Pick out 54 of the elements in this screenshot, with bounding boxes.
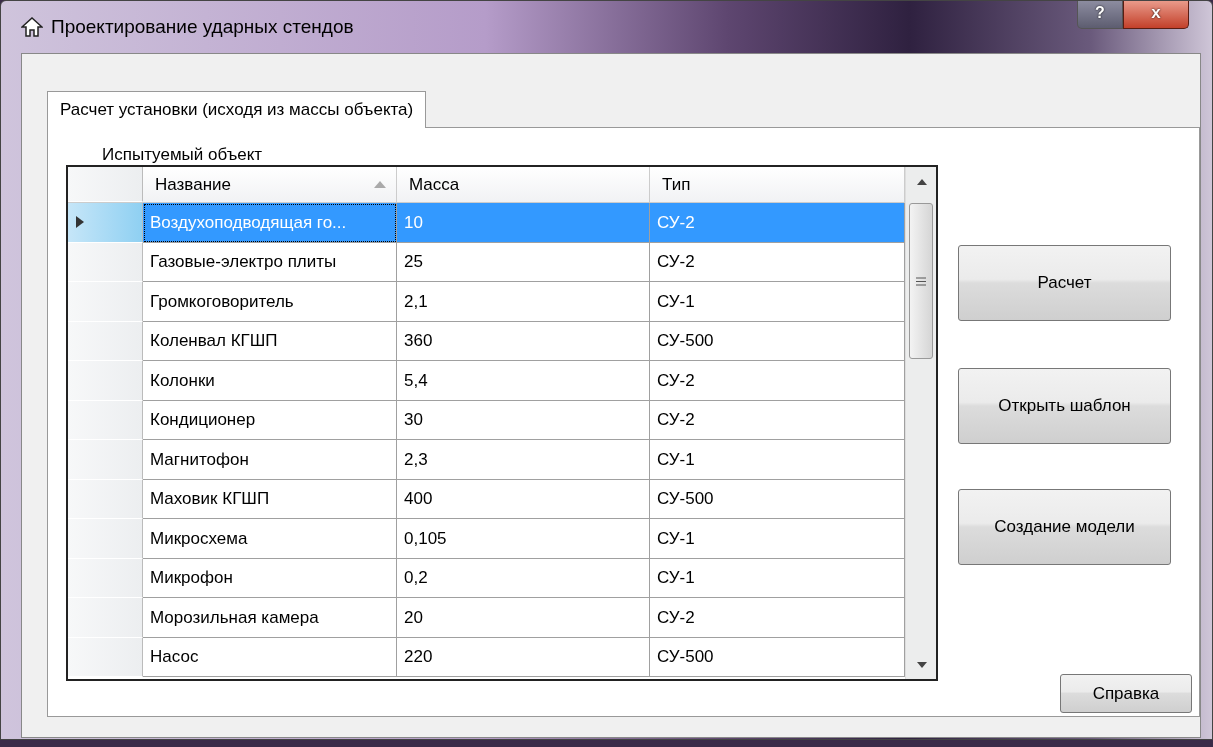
table-cell: 25: [397, 242, 650, 282]
grip-icon: [916, 276, 926, 286]
help-button[interactable]: ?: [1077, 1, 1123, 29]
vertical-scrollbar[interactable]: [905, 167, 936, 679]
home-icon: [21, 17, 43, 37]
table-cell: 0,2: [397, 558, 650, 598]
scroll-down-icon[interactable]: [917, 662, 927, 668]
table-cell: 0,105: [397, 519, 650, 559]
table-cell: 5,4: [397, 361, 650, 401]
column-header[interactable]: Масса: [397, 167, 650, 202]
table-cell: 220: [397, 637, 650, 677]
scroll-thumb[interactable]: [909, 203, 933, 359]
scroll-up-icon[interactable]: [917, 179, 927, 185]
table-cell: Коленвал КГШП: [143, 321, 397, 361]
row-header[interactable]: [68, 519, 143, 559]
row-header[interactable]: [68, 637, 143, 677]
column-header[interactable]: Название: [143, 167, 397, 202]
window-title: Проектирование ударных стендов: [51, 14, 354, 39]
table-cell: Микрофон: [143, 558, 397, 598]
action-button[interactable]: Открыть шаблон: [958, 368, 1171, 444]
row-header[interactable]: [68, 242, 143, 282]
group-label: Испытуемый объект: [102, 144, 263, 166]
row-header[interactable]: [68, 361, 143, 401]
row-header[interactable]: [68, 598, 143, 638]
row-header[interactable]: [68, 400, 143, 440]
table-cell: Воздухоподводящая го...: [143, 203, 397, 243]
table-cell: 360: [397, 321, 650, 361]
table-cell: СУ-2: [650, 203, 905, 243]
table-cell: Газовые-электро плиты: [143, 242, 397, 282]
row-header[interactable]: [68, 321, 143, 361]
table-cell: Насос: [143, 637, 397, 677]
table-cell: Морозильная камера: [143, 598, 397, 638]
help-text-button[interactable]: Справка: [1060, 674, 1192, 713]
action-button[interactable]: Расчет: [958, 245, 1171, 321]
table-cell: Маховик КГШП: [143, 479, 397, 519]
table-cell: 10: [397, 203, 650, 243]
table-cell: 30: [397, 400, 650, 440]
table-cell: Колонки: [143, 361, 397, 401]
row-header[interactable]: [68, 479, 143, 519]
table-cell: 400: [397, 479, 650, 519]
table-cell: 2,3: [397, 440, 650, 480]
table-cell: Магнитофон: [143, 440, 397, 480]
table-cell: Кондиционер: [143, 400, 397, 440]
row-header[interactable]: [68, 282, 143, 322]
tab[interactable]: Расчет установки (исходя из массы объекта): [47, 91, 427, 128]
table-cell: Микросхема: [143, 519, 397, 559]
row-header[interactable]: [68, 558, 143, 598]
current-row-icon: [76, 216, 84, 229]
action-button[interactable]: Создание модели: [958, 489, 1171, 565]
table-cell: 2,1: [397, 282, 650, 322]
table-cell: 20: [397, 598, 650, 638]
table-cell: Громкоговоритель: [143, 282, 397, 322]
row-header[interactable]: [68, 440, 143, 480]
row-header[interactable]: [68, 203, 143, 243]
